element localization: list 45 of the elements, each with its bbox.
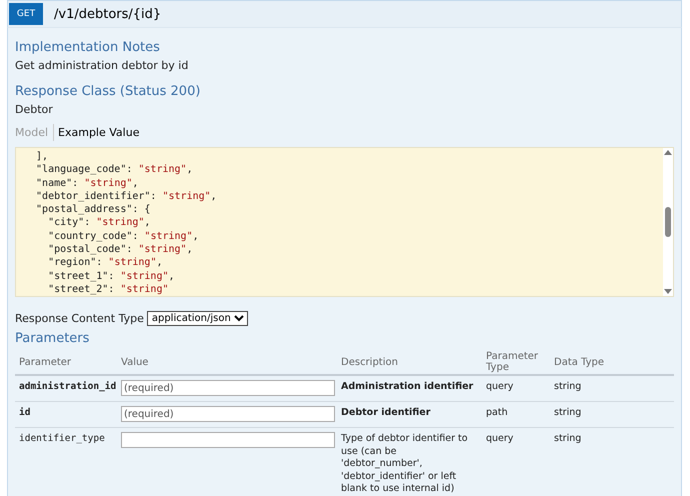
code-line: "country_code": "string", (47, 230, 200, 244)
notes-text: Get administration debtor by id (15, 59, 190, 72)
code-line: "language_code": "string", (35, 163, 194, 177)
parameter-name: administration_id (15, 376, 117, 402)
section-heading: Implementation Notes (15, 40, 161, 55)
section-heading: Response Class (Status 200) (15, 84, 202, 99)
code-line: "postal_address": { (35, 203, 152, 216)
column-header: Parameter (15, 350, 117, 376)
column-header: Description (337, 350, 482, 376)
scroll-thumb[interactable] (665, 207, 671, 237)
code-line: ], (35, 150, 50, 164)
field-label: Response Content Type (15, 312, 144, 325)
code-line: "debtor_identifier": "string", (35, 190, 218, 204)
scroll-up-icon[interactable] (664, 150, 672, 155)
code-line: "name": "string", (35, 176, 140, 190)
code-line: "city": "string", (47, 216, 152, 230)
code-line: "street_1": "string", (47, 270, 176, 283)
parameter-description: Debtor identifier (337, 402, 482, 428)
code-line: "postal_code": "string", (47, 243, 194, 256)
scroll-down-icon[interactable] (664, 289, 672, 294)
parameter-type: path (482, 402, 550, 428)
section-heading: Parameters (15, 331, 90, 346)
parameter-name: id (15, 402, 117, 428)
parameter-name: identifier_type (15, 428, 117, 496)
column-header: Parameter Type (482, 350, 550, 376)
column-header: Data Type (550, 350, 674, 376)
code-line: "region": "string", (47, 256, 164, 270)
tab[interactable]: Example Value (58, 124, 144, 141)
response-class-text: Debtor (15, 103, 54, 116)
data-type: string (550, 402, 674, 428)
parameter-description: Administration identifier (337, 376, 482, 402)
method-badge[interactable]: GET (9, 3, 43, 25)
code-line: "street_2": "string" (47, 282, 170, 296)
value-input[interactable] (121, 432, 335, 448)
endpoint-path[interactable]: /v1/debtors/{id} (54, 6, 162, 22)
data-type: string (550, 428, 674, 496)
parameter-description: Type of debtor identifier to use (can be 'debtor_number', 'debtor_identifier' or left blank to use internal id) (337, 428, 482, 496)
data-type: string (550, 376, 674, 402)
column-header: Value (117, 350, 337, 376)
value-input[interactable]: (required) (121, 380, 335, 396)
value-input[interactable]: (required) (121, 406, 335, 422)
content-type-select[interactable]: application/json (146, 311, 248, 326)
parameter-type: query (482, 428, 550, 496)
parameter-type: query (482, 376, 550, 402)
scrollbar[interactable] (663, 148, 673, 296)
